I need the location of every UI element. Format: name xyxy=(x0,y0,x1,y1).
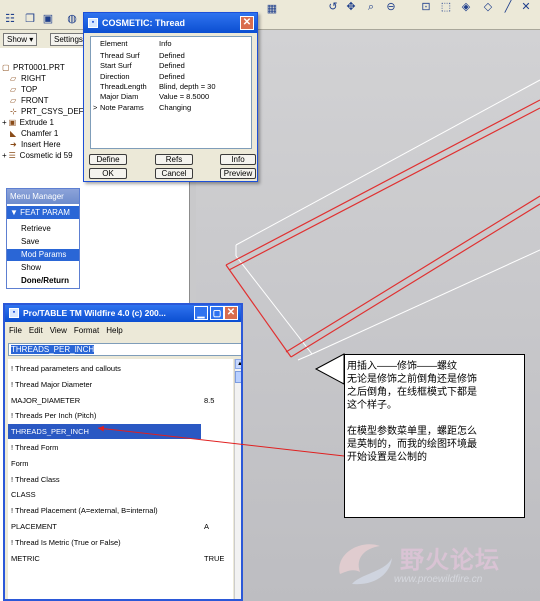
note-line: 这个样子。 xyxy=(347,400,397,411)
note-line: 之后倒角，在线框模式下都是 xyxy=(347,387,477,398)
annotation-note: 用插入——修饰——螺纹无论是修饰之前倒角还是修饰 之后倒角，在线框模式下都是 这个样… xyxy=(344,354,525,518)
watermark-url: www.proewildfire.cn xyxy=(394,574,483,585)
flame-logo-icon xyxy=(339,544,392,585)
note-line: 在模型参数菜单里，螺距怎么 xyxy=(347,426,477,437)
note-line: 无论是修饰之前倒角还是修饰 xyxy=(347,374,477,385)
watermark: 野火论坛 www.proewildfire.cn xyxy=(330,532,540,597)
red-arrow-line xyxy=(97,425,345,457)
watermark-brand: 野火论坛 xyxy=(400,547,500,574)
note-line: 开始设置是公制的 xyxy=(347,452,427,463)
note-line: 是英制的，而我的绘图环境最 xyxy=(347,439,477,450)
note-line: 用插入——修饰——螺纹 xyxy=(347,361,457,372)
note-line xyxy=(347,412,520,425)
